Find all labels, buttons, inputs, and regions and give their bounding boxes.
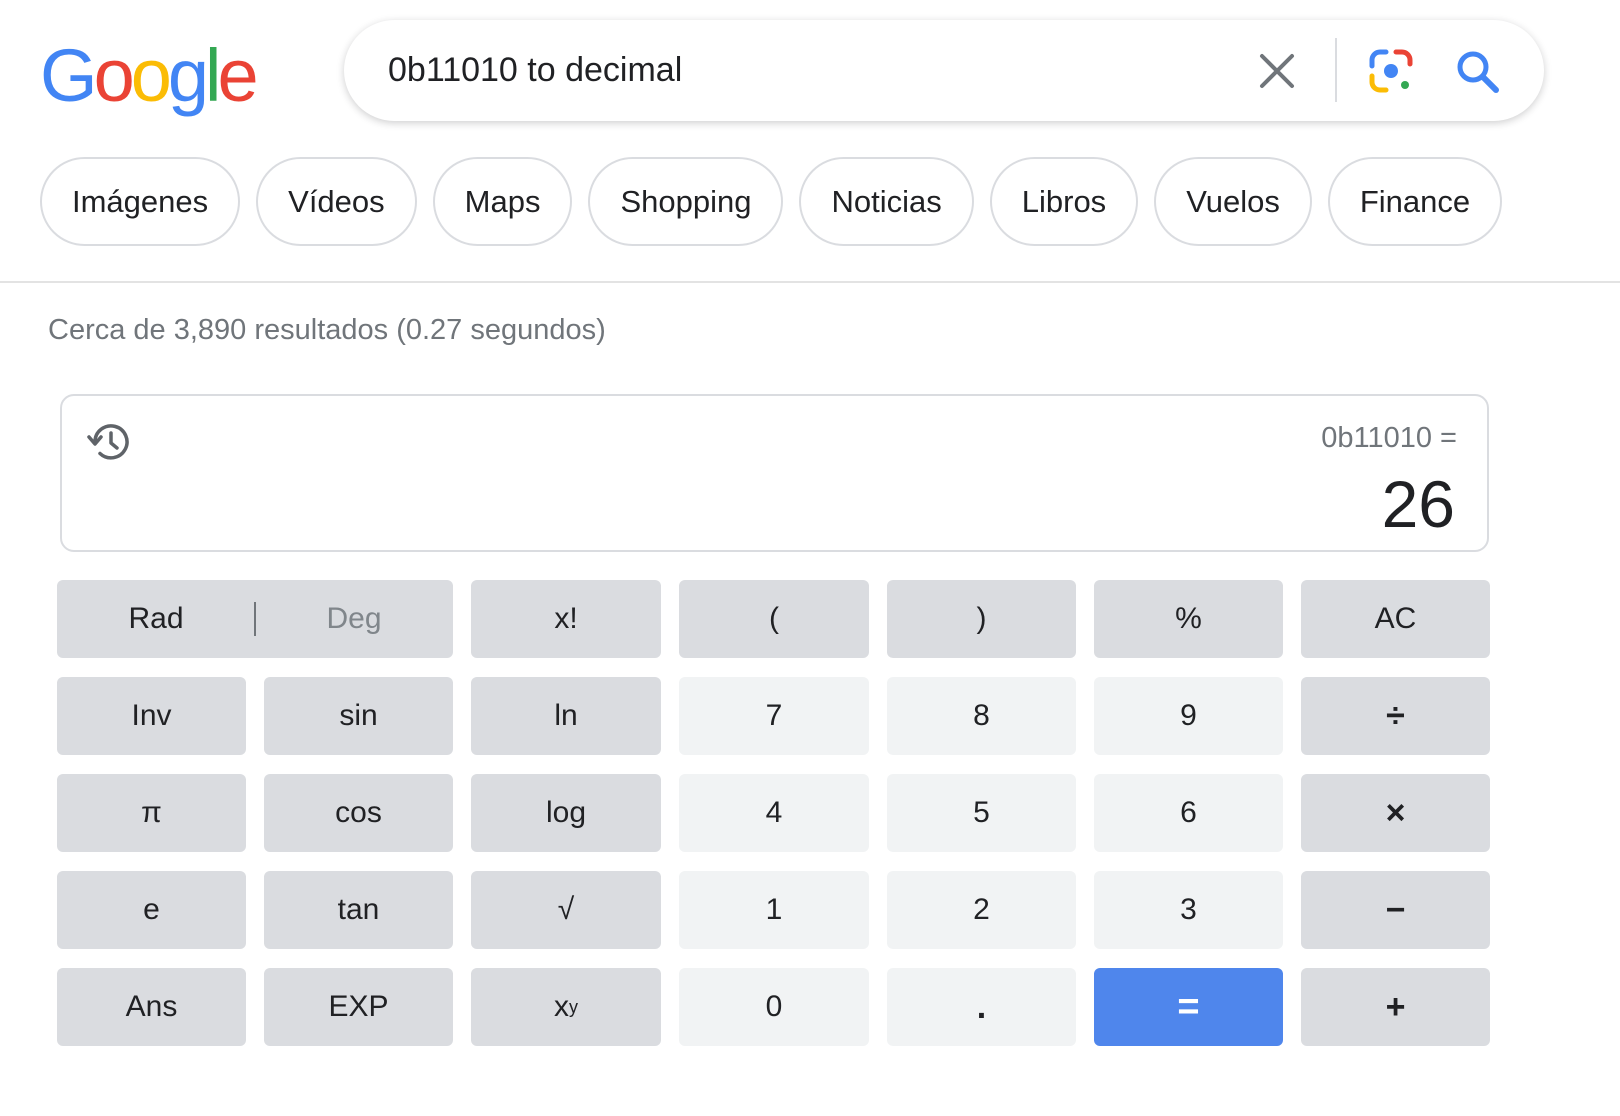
logo-letter: g [167, 34, 209, 117]
digit-3-button[interactable]: 3 [1094, 871, 1283, 949]
plus-button[interactable]: + [1301, 968, 1490, 1046]
google-lens-icon[interactable] [1368, 48, 1414, 94]
digit-1-button[interactable]: 1 [679, 871, 869, 949]
digit-0-button[interactable]: 0 [679, 968, 869, 1046]
tab-finance[interactable]: Finance [1327, 157, 1503, 246]
power-button[interactable]: xy [471, 968, 661, 1046]
tab-imagenes[interactable]: Imágenes [40, 157, 241, 246]
digit-7-button[interactable]: 7 [679, 677, 869, 755]
e-button[interactable]: e [57, 871, 246, 949]
tab-shopping[interactable]: Shopping [588, 157, 784, 246]
rad-button[interactable]: Rad [57, 580, 255, 658]
calculator-display: 0b11010 = 26 [60, 394, 1489, 552]
cos-button[interactable]: cos [264, 774, 453, 852]
inv-button[interactable]: Inv [57, 677, 246, 755]
ans-button[interactable]: Ans [57, 968, 246, 1046]
equals-button[interactable]: = [1094, 968, 1283, 1046]
percent-button[interactable]: % [1094, 580, 1283, 658]
logo-letter: G [40, 34, 98, 117]
search-input[interactable]: 0b11010 to decimal [388, 48, 682, 92]
close-icon[interactable] [1256, 50, 1298, 92]
logo-letter: l [205, 34, 222, 117]
digit-6-button[interactable]: 6 [1094, 774, 1283, 852]
digit-5-button[interactable]: 5 [887, 774, 1076, 852]
google-logo[interactable]: Google [40, 34, 259, 117]
log-button[interactable]: log [471, 774, 661, 852]
logo-letter: o [130, 34, 172, 117]
logo-letter: o [93, 34, 135, 117]
minus-button[interactable]: − [1301, 871, 1490, 949]
decimal-point-button[interactable]: . [887, 968, 1076, 1046]
tab-videos[interactable]: Vídeos [256, 157, 417, 246]
logo-letter: e [217, 34, 258, 117]
pi-button[interactable]: π [57, 774, 246, 852]
header-divider [0, 281, 1620, 283]
close-paren-button[interactable]: ) [887, 580, 1076, 658]
power-exponent: y [569, 996, 578, 1017]
ln-button[interactable]: ln [471, 677, 661, 755]
angle-mode-toggle[interactable]: Rad Deg [57, 580, 453, 658]
result-stats: Cerca de 3,890 resultados (0.27 segundos… [48, 314, 606, 346]
search-icon[interactable] [1454, 48, 1500, 94]
digit-8-button[interactable]: 8 [887, 677, 1076, 755]
open-paren-button[interactable]: ( [679, 580, 869, 658]
tab-vuelos[interactable]: Vuelos [1154, 157, 1312, 246]
history-icon[interactable] [86, 418, 134, 466]
search-tabs: Imágenes Vídeos Maps Shopping Noticias L… [40, 157, 1503, 246]
tab-maps[interactable]: Maps [432, 157, 573, 246]
factorial-button[interactable]: x! [471, 580, 661, 658]
tab-libros[interactable]: Libros [989, 157, 1139, 246]
calculator-expression: 0b11010 = [1321, 422, 1457, 454]
all-clear-button[interactable]: AC [1301, 580, 1490, 658]
search-box[interactable]: 0b11010 to decimal [344, 20, 1544, 121]
sqrt-button[interactable]: √ [471, 871, 661, 949]
multiply-button[interactable]: × [1301, 774, 1490, 852]
digit-9-button[interactable]: 9 [1094, 677, 1283, 755]
deg-button[interactable]: Deg [255, 580, 453, 658]
divide-button[interactable]: ÷ [1301, 677, 1490, 755]
calculator-result: 26 [1381, 467, 1455, 541]
digit-2-button[interactable]: 2 [887, 871, 1076, 949]
tab-noticias[interactable]: Noticias [799, 157, 974, 246]
digit-4-button[interactable]: 4 [679, 774, 869, 852]
search-divider [1335, 38, 1337, 102]
sin-button[interactable]: sin [264, 677, 453, 755]
exp-button[interactable]: EXP [264, 968, 453, 1046]
tan-button[interactable]: tan [264, 871, 453, 949]
power-base: x [554, 990, 569, 1023]
